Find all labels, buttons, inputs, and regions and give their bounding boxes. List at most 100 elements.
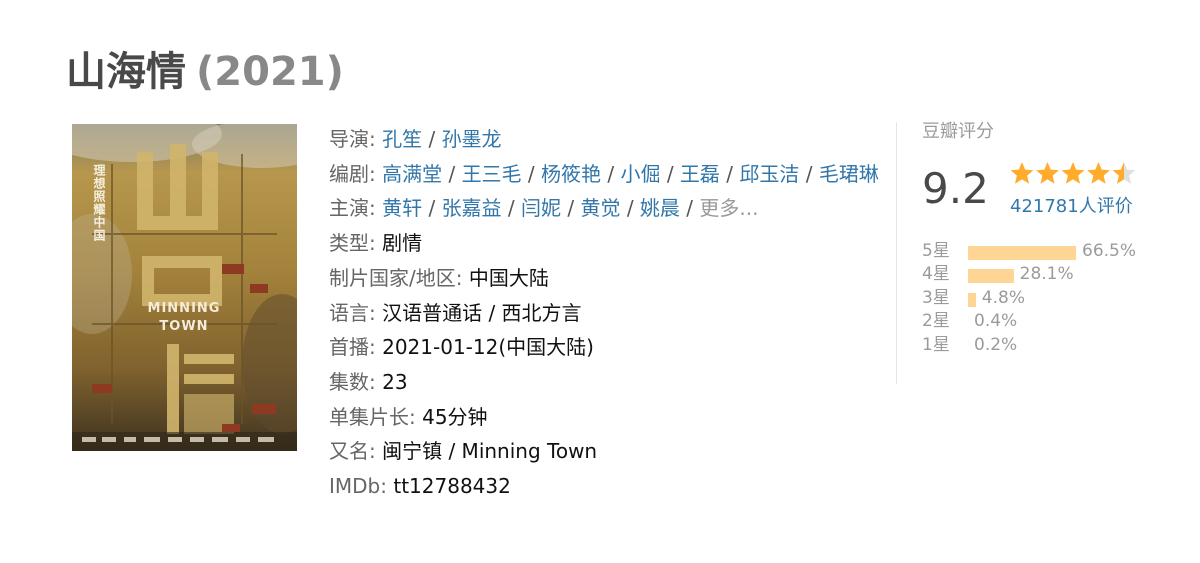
name-separator: / xyxy=(719,161,740,186)
name-separator: / xyxy=(660,161,680,186)
star-icon xyxy=(1061,162,1085,184)
rating-bar-row: 5星 66.5% xyxy=(922,240,1162,263)
language-value: 汉语普通话 / 西北方言 xyxy=(382,300,582,325)
rating-stars xyxy=(1010,161,1138,187)
rating-bar-label: 5星 xyxy=(922,241,950,261)
name-separator: / xyxy=(561,196,581,221)
writer-label: 编剧 xyxy=(329,161,369,186)
section-divider xyxy=(896,122,897,384)
cast-link[interactable]: 闫妮 xyxy=(521,196,561,220)
imdb-value: tt12788432 xyxy=(393,474,511,499)
title-year: (2021) xyxy=(196,49,344,95)
name-separator: / xyxy=(442,161,462,186)
runtime-row: 单集片长: 45分钟 xyxy=(329,404,488,429)
cast-link[interactable]: 黄觉 xyxy=(580,196,620,220)
region-row: 制片国家/地区: 中国大陆 xyxy=(329,265,549,290)
star-icon xyxy=(1036,162,1059,184)
premiere-label: 首播 xyxy=(329,335,369,360)
name-separator: / xyxy=(799,161,819,186)
director-row: 导演: 孔笙 / 孙墨龙 xyxy=(329,127,502,151)
cast-link[interactable]: 张嘉益 xyxy=(442,196,502,220)
name-separator: / xyxy=(620,196,640,221)
cast-links: 黄轩 / 张嘉益 / 闫妮 / 黄觉 / 姚晨 / xyxy=(382,196,699,220)
writer-links: 高满堂 / 王三毛 / 杨筱艳 / 小倔 / 王磊 / 邱玉洁 / 毛珺琳 xyxy=(382,162,879,186)
cast-link[interactable]: 姚晨 xyxy=(640,196,680,220)
writer-row: 编剧: 高满堂 / 王三毛 / 杨筱艳 / 小倔 / 王磊 / 邱玉洁 / 毛珺… xyxy=(329,161,879,186)
genre-row: 类型: 剧情 xyxy=(329,231,423,256)
cast-label: 主演 xyxy=(329,196,369,221)
premiere-value: 2021-01-12(中国大陆) xyxy=(382,335,594,360)
page-title: 山海情 (2021) xyxy=(66,44,344,100)
imdb-row: IMDb: tt12788432 xyxy=(329,474,511,499)
writer-link[interactable]: 杨筱艳 xyxy=(541,162,601,186)
rating-bar-fill xyxy=(968,246,1076,260)
poster-logo-line2: TOWN xyxy=(159,319,208,334)
rating-bar-row: 3星 4.8% xyxy=(922,287,1162,310)
director-link[interactable]: 孙墨龙 xyxy=(442,127,502,151)
episodes-row: 集数: 23 xyxy=(329,369,408,394)
name-separator: / xyxy=(422,127,442,151)
cast-row: 主演: 黄轩 / 张嘉益 / 闫妮 / 黄觉 / 姚晨 / 更多... xyxy=(329,196,759,221)
director-label: 导演 xyxy=(329,127,369,151)
subject-page: 山海情 (2021) 理想照耀中国 MINNING TOWN 导演: 孔笙 / … xyxy=(0,0,1200,563)
star-icon xyxy=(1112,162,1136,184)
aka-value: 闽宁镇 / Minning Town xyxy=(382,439,598,464)
rating-score: 9.2 xyxy=(922,164,989,213)
rating-bar-percent: 28.1% xyxy=(1019,264,1074,285)
poster-image[interactable]: 理想照耀中国 MINNING TOWN xyxy=(72,124,297,451)
writer-link[interactable]: 小倔 xyxy=(620,162,660,186)
runtime-label: 单集片长 xyxy=(329,404,409,429)
genre-label: 类型 xyxy=(329,231,369,256)
name-separator: / xyxy=(422,196,442,221)
writer-link[interactable]: 毛珺琳 xyxy=(819,162,879,186)
rating-bar-label: 2星 xyxy=(922,311,950,332)
rating-bar-percent: 66.5% xyxy=(1082,241,1137,261)
name-separator: / xyxy=(501,196,522,221)
runtime-value: 45分钟 xyxy=(422,404,488,429)
poster-art: 理想照耀中国 MINNING TOWN xyxy=(72,124,297,451)
aka-label: 又名 xyxy=(329,439,369,464)
rating-bar-label: 1星 xyxy=(922,334,950,355)
rating-bar-row: 2星 0.4% xyxy=(922,310,1162,333)
episodes-value: 23 xyxy=(382,369,408,394)
language-label: 语言 xyxy=(329,300,369,325)
rating-bar-fill xyxy=(968,269,1014,284)
writer-link[interactable]: 王磊 xyxy=(680,162,720,186)
star-icon xyxy=(1087,162,1110,184)
writer-link[interactable]: 邱玉洁 xyxy=(739,162,799,186)
name-separator: / xyxy=(601,161,621,186)
writer-link[interactable]: 王三毛 xyxy=(462,162,522,186)
poster-slogan: 理想照耀中国 xyxy=(92,164,106,242)
rating-bar-percent: 4.8% xyxy=(981,287,1025,308)
title-name: 山海情 xyxy=(66,49,186,95)
name-separator: / xyxy=(679,196,700,221)
rating-bar-percent: 0.2% xyxy=(974,334,1018,355)
rating-bar-label: 3星 xyxy=(922,287,950,308)
subject-info: 导演: 孔笙 / 孙墨龙 编剧: 高满堂 / 王三毛 / 杨筱艳 / 小倔 / … xyxy=(329,122,889,504)
language-row: 语言: 汉语普通话 / 西北方言 xyxy=(329,300,582,325)
premiere-row: 首播: 2021-01-12(中国大陆) xyxy=(329,335,594,360)
rating-bar-label: 4星 xyxy=(922,264,950,285)
votes-link[interactable]: 421781人评价 xyxy=(1010,195,1133,219)
episodes-label: 集数 xyxy=(329,369,369,394)
rating-summary: 9.2 421781人评价 xyxy=(922,158,1162,230)
poster-logo-line1: MINNING xyxy=(148,301,221,316)
cast-link[interactable]: 黄轩 xyxy=(382,196,422,220)
region-label: 制片国家/地区 xyxy=(329,265,456,290)
director-links: 孔笙 / 孙墨龙 xyxy=(382,127,501,151)
writer-link[interactable]: 高满堂 xyxy=(382,162,442,186)
rating-heading: 豆瓣评分 xyxy=(922,121,994,142)
rating-panel: 豆瓣评分 9.2 421781人评价 5星 66.5% 4星 28.1% 3星 4.8% 2… xyxy=(922,118,1162,357)
imdb-label: IMDb xyxy=(329,474,381,499)
aka-row: 又名: 闽宁镇 / Minning Town xyxy=(329,439,598,464)
star-icon xyxy=(1010,162,1034,184)
cast-more-link[interactable]: 更多... xyxy=(699,196,758,220)
name-separator: / xyxy=(521,161,542,186)
director-link[interactable]: 孔笙 xyxy=(382,127,422,151)
rating-bar-fill xyxy=(968,292,976,307)
genre-value: 剧情 xyxy=(382,231,423,256)
rating-distribution: 5星 66.5% 4星 28.1% 3星 4.8% 2星 0.4% 1星 0.2% xyxy=(922,240,1162,357)
rating-bar-row: 1星 0.2% xyxy=(922,334,1162,357)
rating-bar-percent: 0.4% xyxy=(974,311,1018,332)
region-value: 中国大陆 xyxy=(468,265,549,290)
